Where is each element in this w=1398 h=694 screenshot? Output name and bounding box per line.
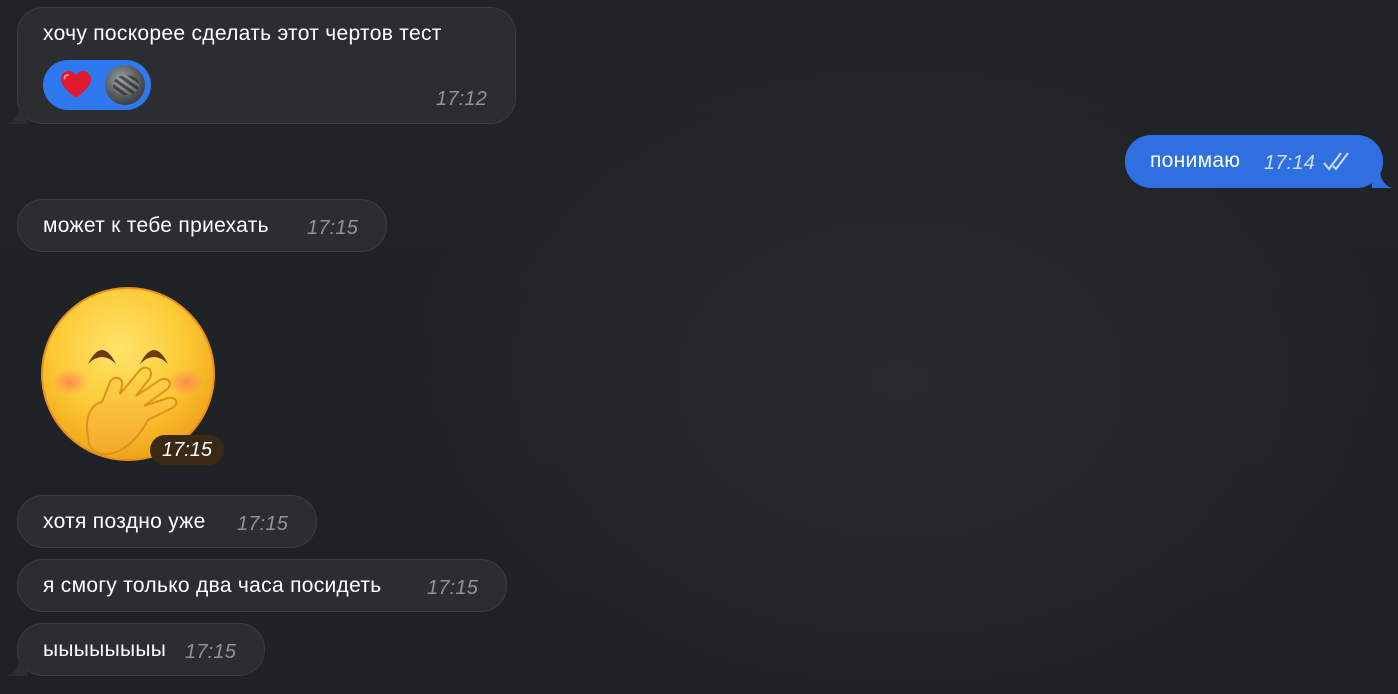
- message-time: 17:15: [307, 217, 359, 239]
- message-time: 17:15: [427, 577, 479, 599]
- bubble-tail: [7, 655, 27, 676]
- reaction-user-avatar: [105, 65, 145, 105]
- reaction-chip[interactable]: [43, 60, 151, 110]
- bubble-tail: [1372, 167, 1392, 188]
- message-text: я смогу только два часа посидеть: [43, 574, 382, 597]
- heart-icon: [61, 71, 91, 98]
- chat-view[interactable]: хочу поскорее сделать этот чертов тест 1…: [0, 0, 1398, 694]
- message-text: хотя поздно уже: [43, 510, 206, 533]
- message-text: может к тебе приехать: [43, 214, 269, 237]
- message-time: 17:15: [185, 641, 237, 663]
- message-bubble-incoming[interactable]: хочу поскорее сделать этот чертов тест 1…: [17, 7, 516, 124]
- message-bubble-incoming[interactable]: хотя поздно уже 17:15: [17, 495, 317, 548]
- message-time: 17:15: [237, 513, 289, 535]
- message-text: хочу поскорее сделать этот чертов тест: [43, 22, 442, 45]
- message-text: ыыыыыыыы: [43, 638, 167, 661]
- message-text: понимаю: [1150, 149, 1241, 172]
- message-bubble-incoming[interactable]: может к тебе приехать 17:15: [17, 199, 387, 252]
- message-bubble-incoming[interactable]: ыыыыыыыы 17:15: [17, 623, 265, 676]
- message-time: 17:12: [436, 88, 488, 110]
- double-check-icon: [1323, 152, 1349, 171]
- message-time: 17:14: [1264, 152, 1316, 174]
- sticker-time: 17:15: [150, 435, 224, 465]
- bubble-tail: [7, 103, 27, 124]
- message-bubble-outgoing[interactable]: понимаю 17:14: [1125, 135, 1383, 188]
- message-bubble-incoming[interactable]: я смогу только два часа посидеть 17:15: [17, 559, 507, 612]
